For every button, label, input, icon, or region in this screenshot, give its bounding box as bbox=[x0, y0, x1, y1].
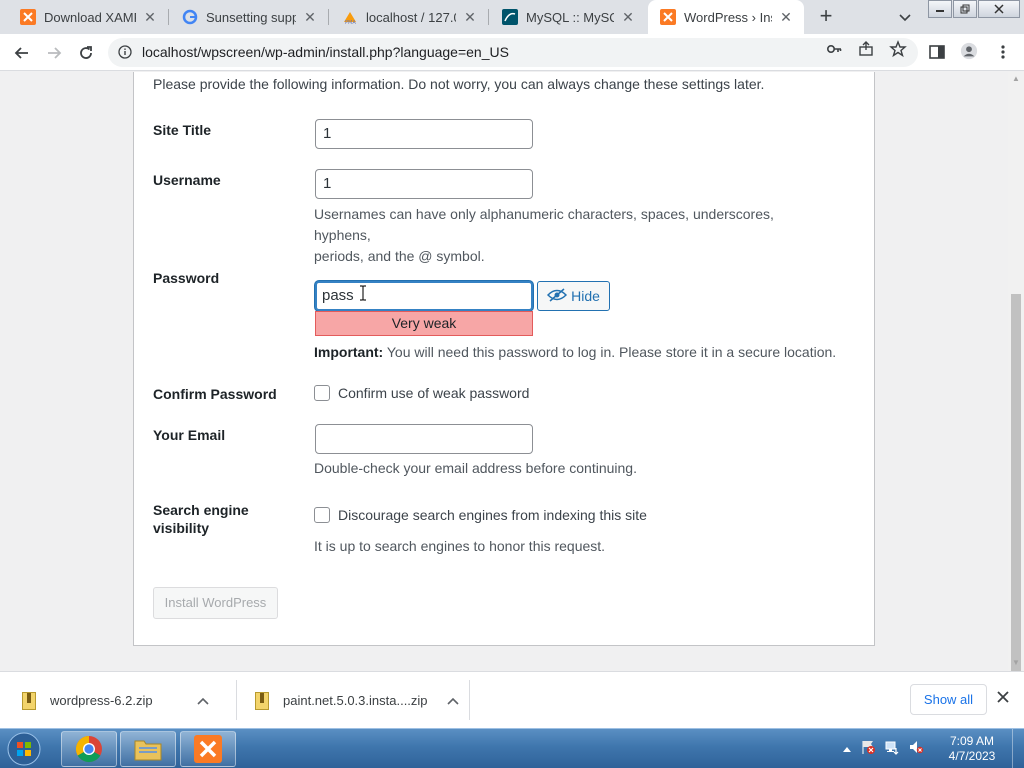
close-tab-icon[interactable]: ✕ bbox=[620, 9, 636, 26]
zip-file-icon bbox=[255, 691, 269, 710]
email-label: Your Email bbox=[153, 427, 226, 443]
close-tab-icon[interactable]: ✕ bbox=[142, 9, 158, 26]
tab-separator bbox=[488, 9, 489, 25]
xampp-icon bbox=[20, 9, 36, 25]
windows-taskbar: 7:09 AM 4/7/2023 bbox=[0, 728, 1024, 768]
password-strength-meter: Very weak bbox=[315, 311, 533, 336]
username-help: Usernames can have only alphanumeric cha… bbox=[314, 206, 774, 264]
eye-slash-icon bbox=[547, 287, 568, 305]
file-explorer-taskbar-icon[interactable] bbox=[120, 731, 176, 767]
phpmyadmin-icon: PMA bbox=[342, 9, 358, 25]
confirm-weak-password-checkbox[interactable]: Confirm use of weak password bbox=[314, 385, 529, 401]
checkbox-box[interactable] bbox=[314, 507, 330, 523]
system-tray bbox=[842, 729, 924, 768]
restore-window-icon[interactable] bbox=[953, 0, 977, 18]
chevron-up-icon[interactable] bbox=[197, 694, 209, 708]
checkbox-box[interactable] bbox=[314, 385, 330, 401]
chevron-up-icon[interactable] bbox=[446, 694, 459, 708]
start-orb-icon[interactable] bbox=[4, 731, 44, 767]
email-input[interactable] bbox=[315, 424, 533, 454]
action-center-flag-icon[interactable] bbox=[860, 739, 876, 760]
tab-strip: Download XAMPP ✕ Sunsetting suppo ✕ PMA … bbox=[0, 0, 1024, 34]
volume-muted-icon[interactable] bbox=[908, 739, 924, 760]
xampp-icon bbox=[660, 9, 676, 25]
username-label: Username bbox=[153, 172, 221, 188]
page-viewport: Please provide the following information… bbox=[0, 72, 1008, 671]
url-text: localhost/wpscreen/wp-admin/install.php?… bbox=[142, 44, 509, 60]
tab-sunsetting[interactable]: Sunsetting suppo ✕ bbox=[170, 0, 328, 34]
bookmark-star-icon[interactable] bbox=[889, 40, 907, 58]
network-icon[interactable] bbox=[884, 739, 900, 760]
taskbar-clock[interactable]: 7:09 AM 4/7/2023 bbox=[940, 734, 1004, 764]
site-title-label: Site Title bbox=[153, 122, 212, 138]
site-title-input[interactable]: 1 bbox=[315, 119, 533, 149]
google-icon bbox=[182, 9, 198, 25]
tab-separator bbox=[328, 9, 329, 25]
scroll-up-icon[interactable]: ▲ bbox=[1011, 74, 1021, 84]
address-bar[interactable]: localhost/wpscreen/wp-admin/install.php?… bbox=[108, 38, 918, 67]
close-shelf-icon[interactable] bbox=[997, 690, 1009, 708]
share-icon[interactable] bbox=[857, 40, 875, 58]
text-cursor-icon bbox=[359, 285, 367, 306]
password-input[interactable]: pass bbox=[315, 281, 533, 311]
tab-phpmyadmin[interactable]: PMA localhost / 127.0. ✕ bbox=[330, 0, 488, 34]
tab-download-xampp[interactable]: Download XAMPP ✕ bbox=[8, 0, 168, 34]
browser-menu-icon[interactable] bbox=[994, 43, 1012, 61]
show-desktop-button[interactable] bbox=[1012, 729, 1024, 768]
downloads-shelf: wordpress-6.2.zip paint.net.5.0.3.insta.… bbox=[0, 671, 1024, 728]
username-input[interactable]: 1 bbox=[315, 169, 533, 199]
browser-toolbar: localhost/wpscreen/wp-admin/install.php?… bbox=[0, 34, 1024, 71]
mysql-icon bbox=[502, 9, 518, 25]
side-panel-icon[interactable] bbox=[928, 43, 946, 61]
scroll-down-icon[interactable]: ▼ bbox=[1011, 658, 1021, 668]
show-hidden-icons-icon[interactable] bbox=[842, 740, 852, 758]
download-item[interactable]: wordpress-6.2.zip bbox=[22, 672, 209, 729]
new-tab-icon[interactable]: + bbox=[814, 5, 838, 29]
search-visibility-help: It is up to search engines to honor this… bbox=[314, 538, 606, 554]
close-tab-icon[interactable]: ✕ bbox=[778, 9, 794, 26]
install-wordpress-button[interactable]: Install WordPress bbox=[153, 587, 278, 619]
search-visibility-label: Search engine visibility bbox=[153, 502, 249, 536]
zip-file-icon bbox=[22, 691, 36, 710]
close-tab-icon[interactable]: ✕ bbox=[462, 9, 478, 26]
chrome-taskbar-icon[interactable] bbox=[61, 731, 117, 767]
key-icon[interactable] bbox=[825, 40, 843, 58]
tab-mysql[interactable]: MySQL :: MySQL I ✕ bbox=[490, 0, 646, 34]
back-arrow-icon[interactable] bbox=[10, 41, 34, 65]
password-label: Password bbox=[153, 270, 220, 286]
forward-arrow-icon[interactable] bbox=[42, 41, 66, 65]
minimize-window-icon[interactable] bbox=[928, 0, 952, 18]
profile-avatar-icon[interactable] bbox=[960, 42, 978, 60]
close-tab-icon[interactable]: ✕ bbox=[302, 9, 318, 26]
download-item[interactable]: paint.net.5.0.3.insta....zip bbox=[255, 672, 459, 729]
tab-search-chevron-icon[interactable] bbox=[896, 8, 914, 26]
intro-text: Please provide the following information… bbox=[153, 76, 765, 92]
shelf-separator bbox=[236, 680, 237, 720]
discourage-search-checkbox[interactable]: Discourage search engines from indexing … bbox=[314, 507, 647, 523]
page-scrollbar[interactable]: ▲ ▼ bbox=[1008, 72, 1024, 724]
confirm-password-label: Confirm Password bbox=[153, 386, 277, 402]
site-info-icon[interactable] bbox=[118, 45, 132, 64]
close-window-icon[interactable] bbox=[978, 0, 1020, 18]
show-all-downloads-button[interactable]: Show all bbox=[910, 684, 987, 715]
tab-separator bbox=[168, 9, 169, 25]
tab-wordpress-install[interactable]: WordPress › Insta ✕ bbox=[648, 0, 804, 34]
hide-password-button[interactable]: Hide bbox=[537, 281, 610, 311]
email-help: Double-check your email address before c… bbox=[314, 460, 637, 476]
reload-icon[interactable] bbox=[74, 41, 98, 65]
xampp-taskbar-icon[interactable] bbox=[180, 731, 236, 767]
password-important-note: Important: You will need this password t… bbox=[314, 344, 837, 360]
svg-text:PMA: PMA bbox=[345, 20, 356, 25]
shelf-separator bbox=[469, 680, 470, 720]
